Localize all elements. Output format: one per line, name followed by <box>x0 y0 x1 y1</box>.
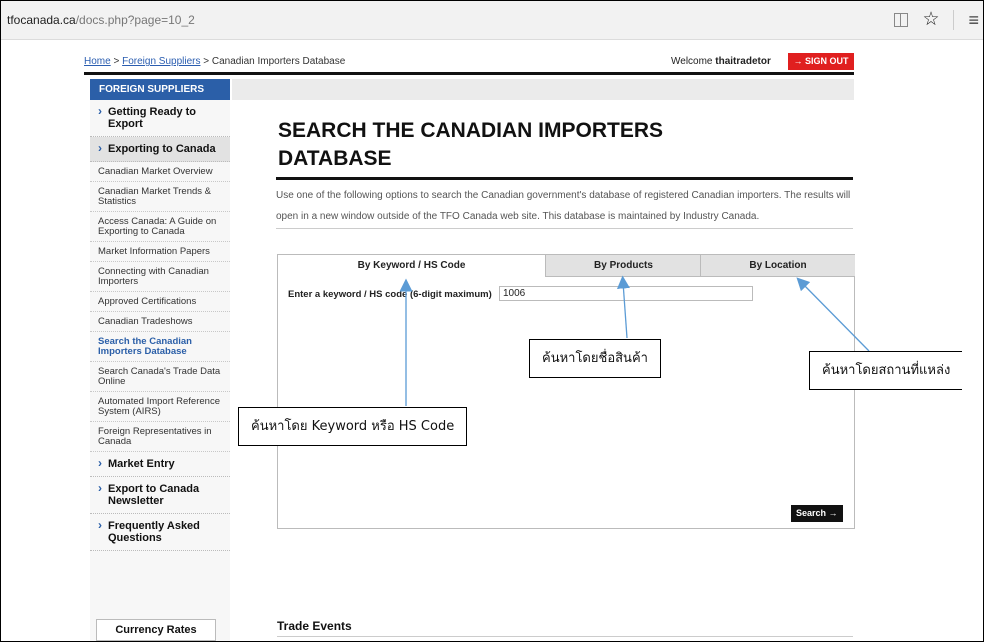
products-callout: ค้นหาโดยชื่อสินค้า <box>529 339 661 378</box>
location-arrow <box>796 277 870 352</box>
products-arrow <box>616 275 630 339</box>
annotation-arrows <box>399 275 870 406</box>
keyword-callout: ค้นหาโดย Keyword หรือ HS Code <box>238 407 468 446</box>
location-callout: ค้นหาโดยสถานที่แหล่ง <box>809 351 963 390</box>
screenshot-frame: tfocanada.ca/docs.php?page=10_2 ☆ ≡ Home… <box>0 0 984 642</box>
